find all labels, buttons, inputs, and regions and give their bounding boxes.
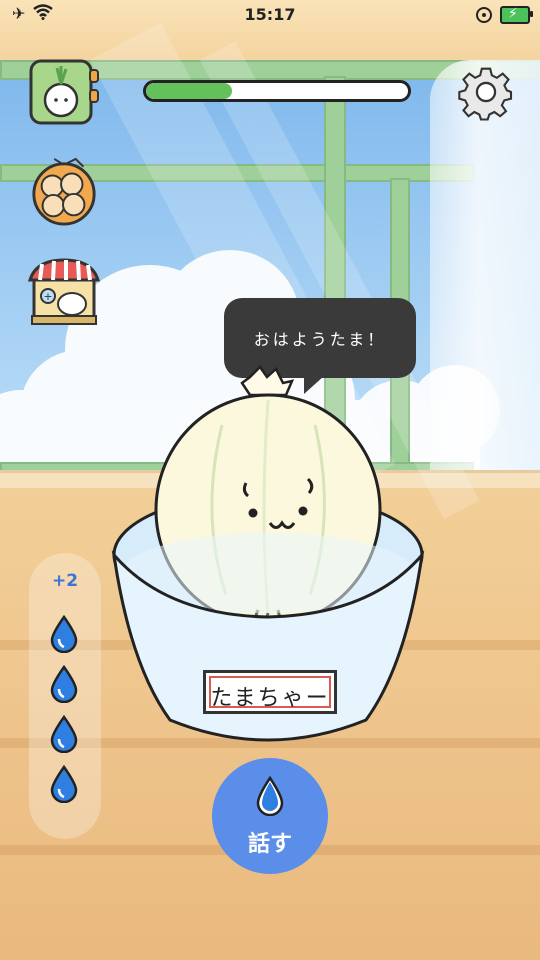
rotation-lock-icon [476, 7, 492, 23]
speech-text: おはようたま！ [253, 330, 387, 349]
growth-progress-bar [143, 80, 411, 102]
water-drop-icon[interactable] [50, 665, 78, 703]
water-drop-icon[interactable] [50, 615, 78, 653]
svg-text:+: + [43, 290, 52, 303]
water-drop-icon [256, 776, 284, 816]
battery-icon: ⚡ [500, 6, 533, 24]
status-time: 15:17 [244, 5, 296, 24]
water-count: +2 [51, 571, 79, 591]
status-bar: ✈ 15:17 ⚡ [0, 0, 540, 30]
pet-name: たまちゃー [210, 686, 330, 711]
onion-sprout-card-icon[interactable] [28, 58, 100, 128]
pet-name-label: たまちゃー [203, 670, 337, 714]
water-panel: +2 [29, 553, 101, 839]
talk-button[interactable]: 話す [212, 758, 328, 874]
water-drop-icon[interactable] [50, 765, 78, 803]
water-drop-icon[interactable] [50, 715, 78, 753]
talk-button-label: 話す [247, 832, 292, 857]
growth-progress-fill [146, 83, 233, 99]
shop-icon[interactable]: + [28, 256, 100, 326]
gear-icon[interactable] [455, 63, 517, 121]
onion-bag-icon[interactable] [28, 157, 100, 227]
